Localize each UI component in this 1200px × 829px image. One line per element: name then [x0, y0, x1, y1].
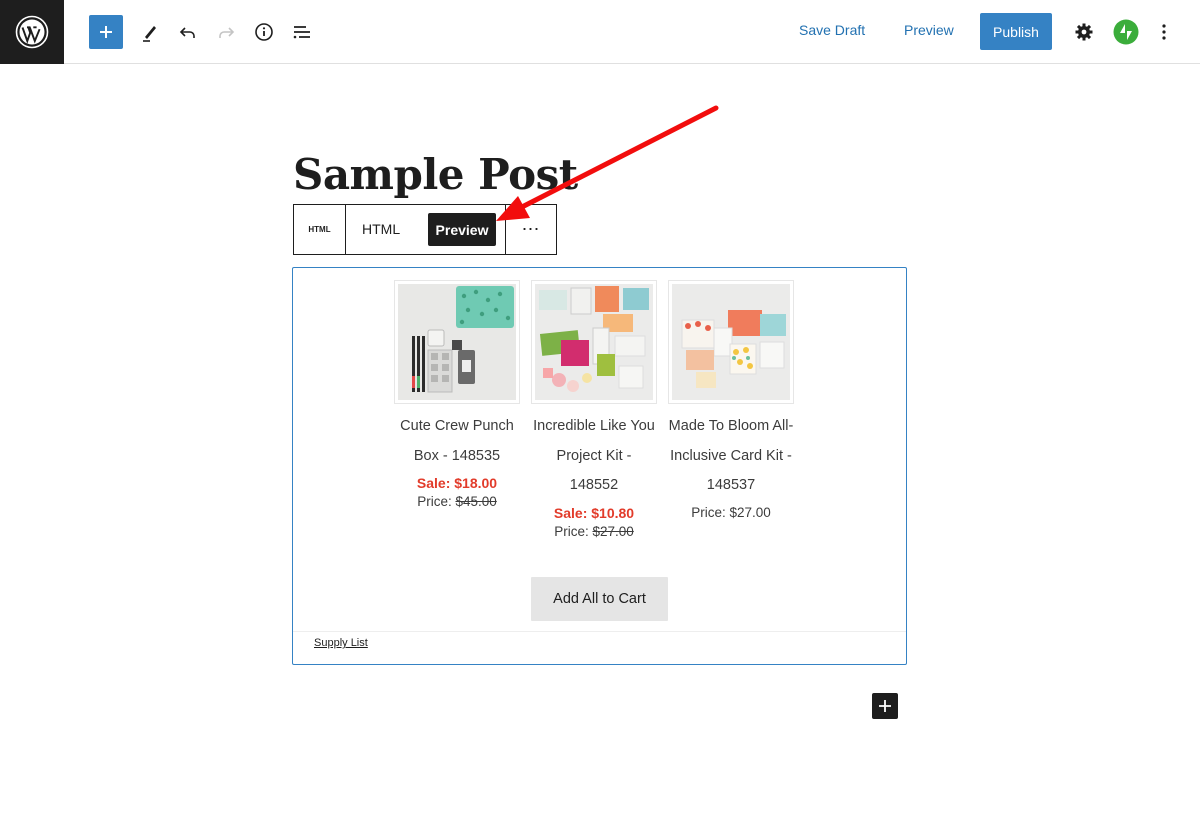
price-value: $27.00 — [729, 505, 771, 521]
tab-html[interactable]: HTML — [362, 221, 400, 237]
regular-price: Price: $27.00 — [531, 524, 657, 539]
tab-preview[interactable]: Preview — [428, 213, 496, 246]
block-type-html-icon[interactable]: HTML — [294, 205, 346, 254]
options-more-icon[interactable] — [1147, 16, 1181, 48]
product-image[interactable] — [394, 280, 520, 404]
price-value: $27.00 — [592, 524, 634, 540]
supply-list-link[interactable]: Supply List — [314, 637, 368, 649]
block-inserter-plus-icon[interactable] — [872, 693, 898, 719]
details-info-icon[interactable] — [247, 16, 281, 48]
edit-tools-pencil-icon[interactable] — [133, 16, 167, 48]
editor-top-bar: Save Draft Preview Publish — [0, 0, 1200, 64]
block-options-more-icon[interactable]: ⋯ — [506, 205, 556, 254]
divider — [293, 631, 906, 632]
regular-price: Price: $45.00 — [394, 494, 520, 509]
sale-price: Sale: $10.80 — [553, 505, 635, 522]
regular-price: Price: $27.00 — [668, 505, 794, 520]
product-image[interactable] — [531, 280, 657, 404]
html-preview-tabs: HTML Preview — [346, 205, 506, 254]
product-image[interactable] — [668, 280, 794, 404]
price-label: Price: — [417, 494, 452, 510]
list-view-icon[interactable] — [285, 16, 319, 48]
undo-icon[interactable] — [171, 16, 205, 48]
price-value: $45.00 — [455, 494, 497, 510]
sale-price: Sale: $18.00 — [416, 475, 498, 492]
redo-icon[interactable] — [209, 16, 243, 48]
settings-gear-icon[interactable] — [1067, 16, 1101, 48]
wordpress-logo-icon[interactable] — [0, 0, 64, 64]
publish-button[interactable]: Publish — [980, 13, 1052, 50]
product-name[interactable]: Cute Crew Punch Box - 148535 — [394, 412, 520, 471]
add-all-to-cart-button[interactable]: Add All to Cart — [531, 577, 668, 621]
product-name[interactable]: Incredible Like You Project Kit - 148552 — [531, 412, 657, 501]
preview-button[interactable]: Preview — [904, 22, 954, 38]
product-card: Incredible Like You Project Kit - 148552… — [531, 280, 657, 539]
jetpack-icon[interactable] — [1109, 16, 1143, 48]
product-card: Made To Bloom All-Inclusive Card Kit - 1… — [668, 280, 794, 520]
post-title[interactable]: Sample Post — [293, 150, 578, 199]
block-toolbar: HTML HTML Preview ⋯ — [293, 204, 557, 255]
add-block-button[interactable] — [89, 15, 123, 49]
price-label: Price: — [691, 505, 726, 521]
price-label: Price: — [554, 524, 589, 540]
html-block-preview[interactable]: Cute Crew Punch Box - 148535 Sale: $18.0… — [292, 267, 907, 665]
save-draft-button[interactable]: Save Draft — [799, 22, 865, 38]
product-name[interactable]: Made To Bloom All-Inclusive Card Kit - 1… — [668, 412, 794, 501]
product-card: Cute Crew Punch Box - 148535 Sale: $18.0… — [394, 280, 520, 509]
